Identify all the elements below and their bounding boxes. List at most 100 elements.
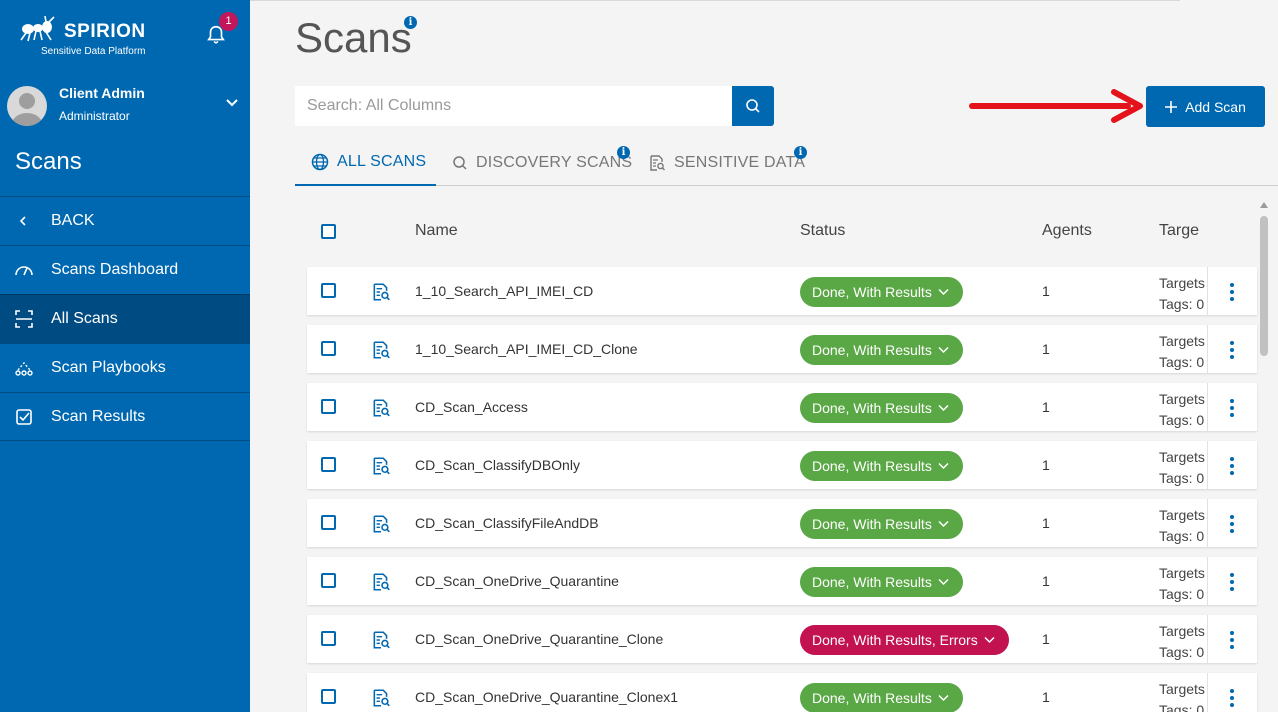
row-checkbox[interactable] <box>321 341 336 356</box>
tab-all-scans[interactable]: ALL SCANS <box>295 140 436 186</box>
row-checkbox[interactable] <box>321 515 336 530</box>
table-row[interactable]: 1_10_Search_API_IMEI_CD_Clone Done, With… <box>307 325 1257 373</box>
column-divider <box>1207 557 1208 605</box>
more-options-icon[interactable] <box>1225 629 1239 651</box>
more-options-icon[interactable] <box>1225 455 1239 477</box>
table-row[interactable]: CD_Scan_OneDrive_Quarantine Done, With R… <box>307 557 1257 605</box>
targets-text: Targets <box>1159 391 1205 407</box>
sidebar-item-scan-playbooks[interactable]: Scan Playbooks <box>0 343 250 392</box>
table-row[interactable]: CD_Scan_Access Done, With Results 1 Targ… <box>307 383 1257 431</box>
row-checkbox[interactable] <box>321 573 336 588</box>
status-badge[interactable]: Done, With Results <box>800 683 963 712</box>
targets-text: Targets <box>1159 623 1205 639</box>
sidebar-item-scans-dashboard[interactable]: Scans Dashboard <box>0 245 250 294</box>
column-header-status[interactable]: Status <box>800 222 845 240</box>
table-row[interactable]: CD_Scan_OneDrive_Quarantine_Clonex1 Done… <box>307 673 1257 712</box>
more-options-icon[interactable] <box>1225 339 1239 361</box>
agents-count: 1 <box>1042 573 1050 589</box>
scan-name[interactable]: 1_10_Search_API_IMEI_CD <box>415 283 593 299</box>
scan-name[interactable]: CD_Scan_OneDrive_Quarantine_Clone <box>415 631 663 647</box>
scan-name[interactable]: 1_10_Search_API_IMEI_CD_Clone <box>415 341 638 357</box>
targets-cell: Targets Tags: 0 <box>1159 447 1207 489</box>
scroll-up-icon[interactable] <box>1260 202 1268 208</box>
ant-logo-icon <box>20 16 55 42</box>
spirion-logo[interactable]: SPIRION Sensitive Data Platform <box>18 14 158 60</box>
chevron-down-icon <box>938 694 949 702</box>
row-checkbox[interactable] <box>321 399 336 414</box>
scan-name[interactable]: CD_Scan_ClassifyDBOnly <box>415 457 580 473</box>
status-text: Done, With Results <box>812 574 932 590</box>
scan-name[interactable]: CD_Scan_OneDrive_Quarantine <box>415 573 619 589</box>
table-row[interactable]: CD_Scan_OneDrive_Quarantine_Clone Done, … <box>307 615 1257 663</box>
tab-sensitive-data[interactable]: SENSITIVE DATA <box>648 140 805 186</box>
status-text: Done, With Results <box>812 458 932 474</box>
table-row[interactable]: 1_10_Search_API_IMEI_CD Done, With Resul… <box>307 267 1257 315</box>
chevron-down-icon <box>938 346 949 354</box>
document-search-icon <box>373 631 390 649</box>
status-text: Done, With Results <box>812 516 932 532</box>
table-row[interactable]: CD_Scan_ClassifyDBOnly Done, With Result… <box>307 441 1257 489</box>
scan-tabs: ALL SCANS DISCOVERY SCANS i SENSITIVE DA… <box>295 140 1278 186</box>
targets-cell: Targets Tags: 0 <box>1159 563 1207 605</box>
column-header-name[interactable]: Name <box>415 222 458 240</box>
select-all-checkbox[interactable] <box>321 224 336 239</box>
agents-count: 1 <box>1042 631 1050 647</box>
user-role: Administrator <box>59 109 130 123</box>
scrollbar-thumb[interactable] <box>1260 216 1268 356</box>
targets-text: Targets <box>1159 565 1205 581</box>
more-options-icon[interactable] <box>1225 571 1239 593</box>
row-checkbox[interactable] <box>321 689 336 704</box>
document-search-icon <box>373 283 390 301</box>
more-options-icon[interactable] <box>1225 513 1239 535</box>
sidebar-item-scan-results[interactable]: Scan Results <box>0 392 250 441</box>
search-input[interactable] <box>295 86 732 126</box>
row-checkbox[interactable] <box>321 631 336 646</box>
agents-count: 1 <box>1042 341 1050 357</box>
targets-cell: Targets Tags: 0 <box>1159 505 1207 547</box>
sidebar-item-all-scans[interactable]: All Scans <box>0 294 250 343</box>
targets-cell: Targets Tags: 0 <box>1159 621 1207 663</box>
scan-name[interactable]: CD_Scan_ClassifyFileAndDB <box>415 515 599 531</box>
brand-name: SPIRION <box>64 21 146 42</box>
column-header-targets[interactable]: Targe <box>1159 222 1199 240</box>
status-badge[interactable]: Done, With Results <box>800 509 963 539</box>
sidebar-item-label: All Scans <box>51 310 118 327</box>
status-badge[interactable]: Done, With Results <box>800 335 963 365</box>
scan-name[interactable]: CD_Scan_OneDrive_Quarantine_Clonex1 <box>415 689 678 705</box>
targets-cell: Targets Tags: 0 <box>1159 331 1207 373</box>
tags-text: Tags: 0 <box>1159 296 1205 312</box>
document-search-icon <box>373 341 390 359</box>
more-options-icon[interactable] <box>1225 281 1239 303</box>
column-divider <box>1207 441 1208 489</box>
document-search-icon <box>373 573 390 591</box>
status-badge[interactable]: Done, With Results <box>800 567 963 597</box>
column-divider <box>1207 267 1208 315</box>
info-icon[interactable]: i <box>404 16 417 29</box>
more-options-icon[interactable] <box>1225 397 1239 419</box>
status-badge[interactable]: Done, With Results, Errors <box>800 625 1009 655</box>
table-row[interactable]: CD_Scan_ClassifyFileAndDB Done, With Res… <box>307 499 1257 547</box>
more-options-icon[interactable] <box>1225 687 1239 709</box>
tab-discovery-scans[interactable]: DISCOVERY SCANS <box>452 140 632 186</box>
status-badge[interactable]: Done, With Results <box>800 277 963 307</box>
brand-tagline: Sensitive Data Platform <box>41 46 146 57</box>
chevron-down-icon <box>938 462 949 470</box>
info-icon[interactable]: i <box>794 146 807 159</box>
scan-name[interactable]: CD_Scan_Access <box>415 399 528 415</box>
chevron-down-icon <box>938 288 949 296</box>
row-checkbox[interactable] <box>321 283 336 298</box>
chevron-down-icon[interactable] <box>225 98 239 108</box>
user-menu[interactable]: Client Admin Administrator <box>7 84 243 128</box>
column-header-agents[interactable]: Agents <box>1042 222 1092 240</box>
status-badge[interactable]: Done, With Results <box>800 393 963 423</box>
row-checkbox[interactable] <box>321 457 336 472</box>
info-icon[interactable]: i <box>617 146 630 159</box>
agents-count: 1 <box>1042 283 1050 299</box>
add-scan-button[interactable]: Add Scan <box>1146 86 1265 127</box>
tab-label: ALL SCANS <box>337 153 427 170</box>
status-text: Done, With Results, Errors <box>812 632 978 648</box>
vertical-scrollbar[interactable] <box>1258 198 1270 712</box>
sidebar-item-back[interactable]: BACK <box>0 196 250 245</box>
search-button[interactable] <box>732 86 774 126</box>
status-badge[interactable]: Done, With Results <box>800 451 963 481</box>
